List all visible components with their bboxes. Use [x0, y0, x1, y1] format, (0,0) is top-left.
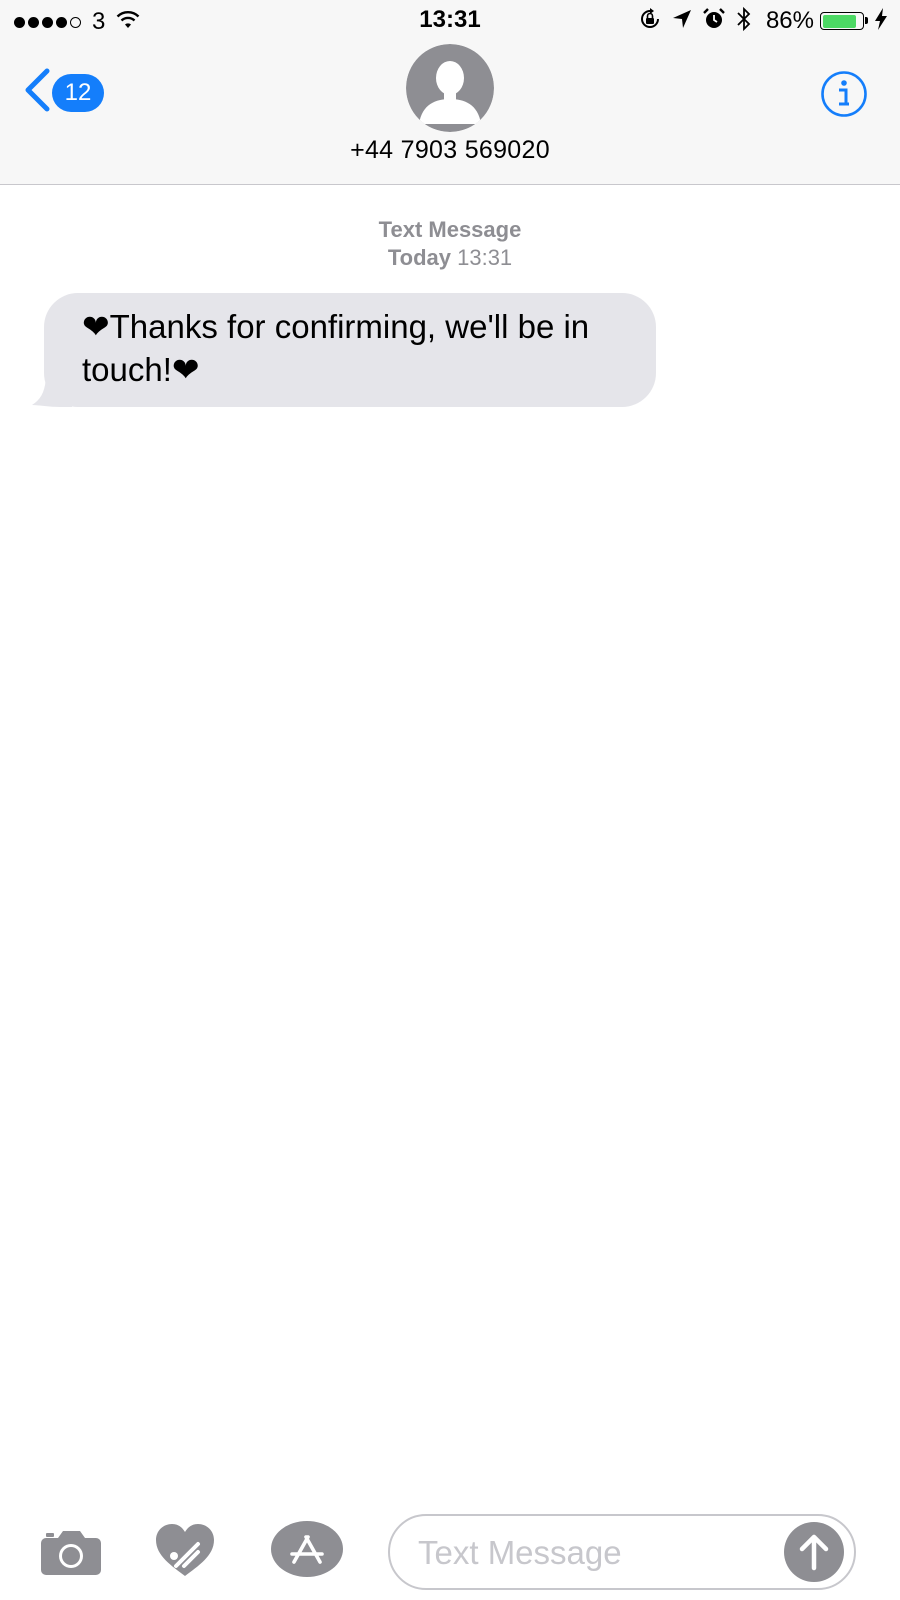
bluetooth-icon [736, 6, 752, 37]
status-right: 86% [628, 6, 888, 36]
service-label: Text Message [378, 217, 522, 242]
thread-timestamp: Text Message Today 13:31 [0, 216, 900, 272]
contact-avatar[interactable] [406, 44, 494, 132]
send-button[interactable] [784, 1522, 844, 1582]
orientation-lock-icon [638, 7, 662, 36]
timestamp-time: 13:31 [457, 245, 513, 270]
battery-level-fill [822, 14, 857, 28]
message-input[interactable]: Text Message [388, 1514, 856, 1590]
timestamp-line: Today 13:31 [0, 244, 900, 272]
contact-name[interactable]: +44 7903 569020 [0, 136, 900, 165]
unread-count-badge: 12 [52, 73, 104, 112]
location-arrow-icon [672, 9, 692, 34]
alarm-icon [702, 7, 726, 36]
chevron-left-icon [24, 68, 50, 117]
incoming-message[interactable]: ❤Thanks for confirming, we'll be in touc… [32, 293, 656, 407]
timestamp-day: Today [387, 245, 451, 270]
messages-screen: 3 13:31 86% 12 +44 7903 569020 Text Mess… [0, 0, 900, 1600]
battery-percent: 86% [765, 7, 814, 34]
composer-bar: Text Message [0, 1500, 900, 1600]
message-bubble: ❤Thanks for confirming, we'll be in touc… [44, 293, 656, 407]
status-bar: 3 13:31 86% [0, 0, 900, 44]
app-store-icon[interactable] [270, 1520, 344, 1583]
info-button[interactable] [820, 70, 868, 118]
charging-bolt-icon [874, 7, 888, 35]
battery-icon [820, 12, 868, 30]
send-arrow-icon [799, 1534, 829, 1571]
camera-icon[interactable] [40, 1528, 102, 1581]
battery-cap [865, 17, 868, 24]
person-silhouette-icon [406, 44, 494, 132]
digital-touch-icon[interactable] [154, 1522, 216, 1583]
message-input-placeholder: Text Message [418, 1534, 622, 1571]
back-button[interactable]: 12 [24, 68, 104, 117]
info-icon [821, 71, 867, 117]
conversation-header: 12 +44 7903 569020 [0, 44, 900, 185]
